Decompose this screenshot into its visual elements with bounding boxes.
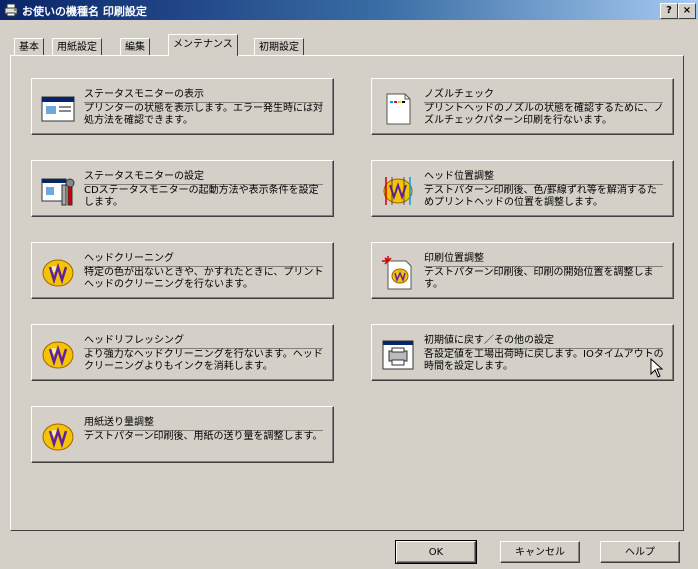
print-position-desc: テストパターン印刷後、印刷の開始位置を調整します。 xyxy=(424,267,654,290)
print-position-icon xyxy=(382,256,412,290)
tab-maintenance[interactable]: メンテナンス xyxy=(168,34,238,56)
reset-settings-icon xyxy=(382,340,414,370)
paper-feed-icon xyxy=(42,423,74,451)
nozzle-check-desc: プリントヘッドのノズルの状態を確認するために、ノズルチェックパターン印刷を行ない… xyxy=(424,103,664,126)
head-alignment-icon xyxy=(383,177,413,205)
head-refreshing-title: ヘッドリフレッシング xyxy=(84,331,323,349)
print-position-title: 印刷位置調整 xyxy=(424,249,663,267)
nozzle-check-title: ノズルチェック xyxy=(424,85,663,103)
head-alignment-button[interactable]: ヘッド位置調整 テストパターン印刷後、色/罫線ずれ等を解消するためプリントヘッド… xyxy=(371,160,674,217)
head-refreshing-button[interactable]: ヘッドリフレッシング より強力なヘッドクリーニングを行ないます。ヘッドクリーニン… xyxy=(31,324,334,381)
nozzle-check-page-icon xyxy=(386,93,411,125)
paper-feed-title: 用紙送り量調整 xyxy=(84,413,323,431)
window-title: お使いの機種名 印刷設定 xyxy=(22,5,147,18)
status-monitor-display-title: ステータスモニターの表示 xyxy=(84,85,323,103)
reset-settings-title: 初期値に戻す／その他の設定 xyxy=(424,331,663,349)
printer-app-icon xyxy=(4,3,18,17)
head-alignment-title: ヘッド位置調整 xyxy=(424,167,663,185)
cancel-button[interactable]: キャンセル xyxy=(500,541,580,563)
maintenance-panel: ステータスモニターの表示 プリンターの状態を表示します。エラー発生時には対処方法… xyxy=(10,55,684,531)
head-refreshing-desc: より強力なヘッドクリーニングを行ないます。ヘッドクリーニングよりもインクを消耗し… xyxy=(84,349,323,372)
head-refresh-icon xyxy=(42,341,74,369)
head-alignment-desc: テストパターン印刷後、色/罫線ずれ等を解消するためプリントヘッドの位置を調整しま… xyxy=(424,185,657,208)
reset-settings-button[interactable]: 初期値に戻す／その他の設定 各設定値を工場出荷時に戻します。IOタイムアウトの時… xyxy=(371,324,674,381)
status-monitor-window-icon xyxy=(41,96,75,122)
help-button[interactable]: ヘルプ xyxy=(600,541,680,563)
head-cleaning-desc: 特定の色が出ないときや、かすれたときに、プリントヘッドのクリーニングを行ないます… xyxy=(84,267,324,290)
title-bar[interactable]: お使いの機種名 印刷設定 ? × xyxy=(0,0,698,20)
close-button[interactable]: × xyxy=(678,3,696,19)
paper-feed-desc: テストパターン印刷後、用紙の送り量を調整します。 xyxy=(84,431,323,442)
print-position-button[interactable]: 印刷位置調整 テストパターン印刷後、印刷の開始位置を調整します。 xyxy=(371,242,674,299)
status-monitor-settings-desc: CDステータスモニターの起動方法や表示条件を設定します。 xyxy=(84,185,319,208)
status-monitor-settings-button[interactable]: ステータスモニターの設定 CDステータスモニターの起動方法や表示条件を設定します… xyxy=(31,160,334,217)
status-monitor-display-button[interactable]: ステータスモニターの表示 プリンターの状態を表示します。エラー発生時には対処方法… xyxy=(31,78,334,135)
status-monitor-settings-title: ステータスモニターの設定 xyxy=(84,167,323,185)
paper-feed-adjust-button[interactable]: 用紙送り量調整 テストパターン印刷後、用紙の送り量を調整します。 xyxy=(31,406,334,463)
reset-settings-desc: 各設定値を工場出荷時に戻します。IOタイムアウトの時間を設定します。 xyxy=(424,349,664,372)
nozzle-check-button[interactable]: ノズルチェック プリントヘッドのノズルの状態を確認するために、ノズルチェックパタ… xyxy=(371,78,674,135)
tab-paper[interactable]: 用紙設定 xyxy=(52,38,102,56)
head-cleaning-icon xyxy=(42,259,74,287)
tab-edit[interactable]: 編集 xyxy=(120,38,150,56)
head-cleaning-title: ヘッドクリーニング xyxy=(84,249,323,267)
printer-settings-dialog: お使いの機種名 印刷設定 ? × 基本 用紙設定 編集 メンテナンス 初期設定 … xyxy=(0,0,698,569)
head-cleaning-button[interactable]: ヘッドクリーニング 特定の色が出ないときや、かすれたときに、プリントヘッドのクリ… xyxy=(31,242,334,299)
help-title-button[interactable]: ? xyxy=(660,3,678,19)
status-monitor-settings-icon xyxy=(41,178,75,206)
ok-button[interactable]: OK xyxy=(395,540,477,564)
mouse-pointer-icon xyxy=(650,358,664,378)
tab-basic[interactable]: 基本 xyxy=(14,38,44,56)
status-monitor-display-desc: プリンターの状態を表示します。エラー発生時には対処方法を確認できます。 xyxy=(84,103,323,126)
tab-initial-settings[interactable]: 初期設定 xyxy=(254,38,304,56)
